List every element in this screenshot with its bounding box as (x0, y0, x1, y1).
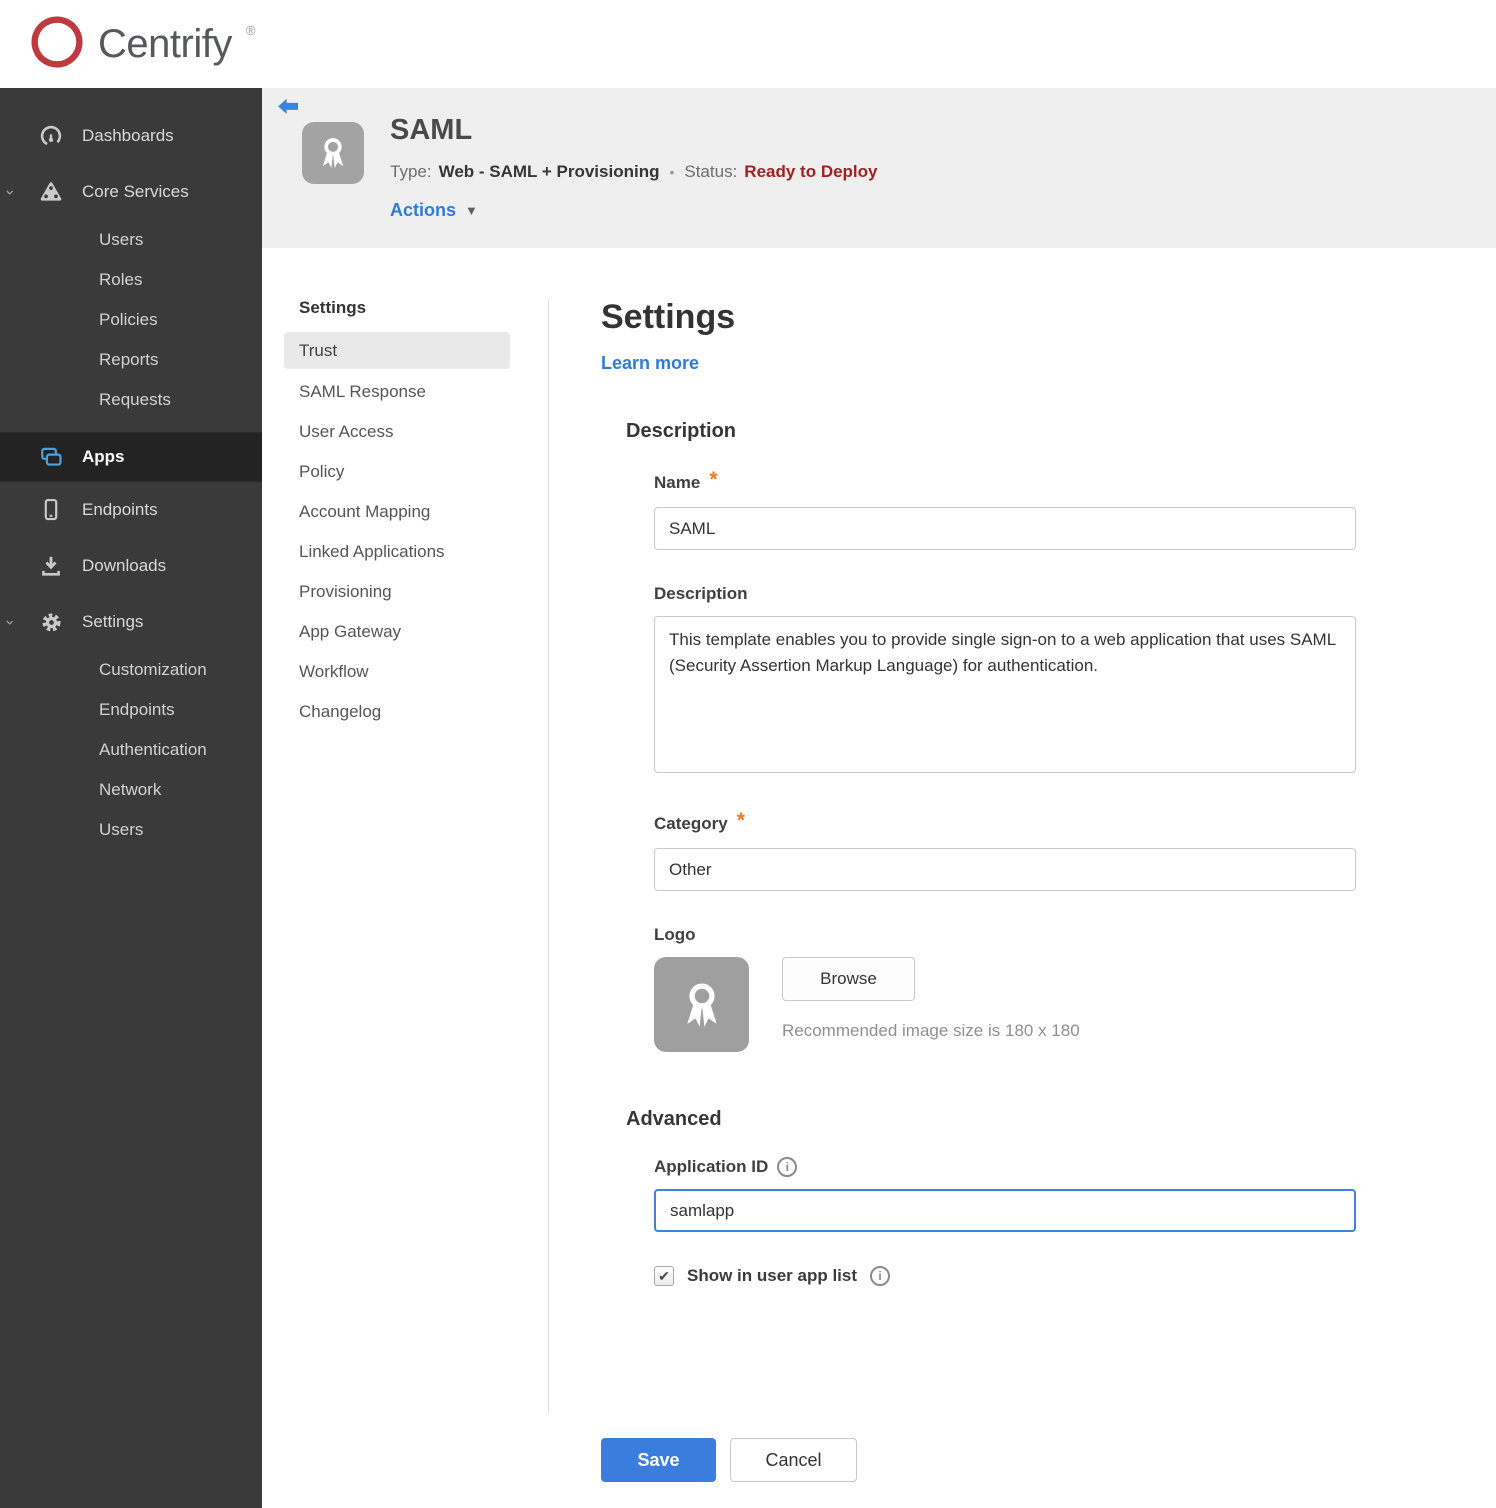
required-marker: * (709, 468, 718, 491)
logo-actions: Browse Recommended image size is 180 x 1… (782, 957, 1080, 1052)
sidebar-item-label: Apps (82, 447, 125, 466)
info-icon[interactable]: i (870, 1266, 891, 1286)
learn-more-link[interactable]: Learn more (601, 353, 699, 374)
name-label: Name (654, 473, 701, 492)
brand-name: Centrify (98, 21, 232, 66)
dashboard-gauge-icon (36, 123, 66, 149)
subnav-item-user-access[interactable]: User Access (262, 412, 548, 452)
sidebar-item-downloads[interactable]: Downloads (0, 538, 262, 594)
logo-size-hint: Recommended image size is 180 x 180 (782, 1021, 1080, 1040)
sidebar-item-label: Downloads (82, 556, 167, 575)
sidebar-item-endpoints[interactable]: Endpoints (0, 482, 262, 538)
description-field-group: Description This template enables you to… (654, 584, 1356, 778)
sidebar-item-label: Core Services (82, 182, 189, 201)
show-in-user-app-list-label: Show in user app list (687, 1266, 858, 1285)
trademark-mark: ® (245, 22, 256, 38)
download-icon (36, 553, 66, 579)
centrify-logo: Centrify ® (28, 13, 255, 76)
sidebar-item-core-services[interactable]: ⌄ Core Services (0, 164, 262, 220)
description-section-title: Description (626, 420, 737, 442)
info-icon[interactable]: i (777, 1157, 798, 1177)
type-value: Web - SAML + Provisioning (438, 162, 660, 181)
chevron-down-icon: ⌄ (3, 181, 17, 199)
subnav-item-policy[interactable]: Policy (262, 452, 548, 492)
centrify-swirl-icon (28, 13, 86, 76)
sidebar-item-authentication[interactable]: Authentication (0, 730, 262, 770)
actions-dropdown[interactable]: Actions ▼ (390, 200, 478, 221)
subnav-item-workflow[interactable]: Workflow (262, 652, 548, 692)
chevron-down-icon: ⌄ (3, 611, 17, 629)
caret-down-icon: ▼ (465, 203, 478, 218)
gear-icon (36, 609, 66, 636)
sidebar-item-label: Endpoints (82, 500, 158, 519)
show-in-user-app-list-row: ✔ Show in user app list i (654, 1266, 1496, 1286)
apps-icon (36, 444, 66, 470)
sidebar-item-settings-users[interactable]: Users (0, 810, 262, 850)
award-ribbon-icon (322, 138, 344, 168)
app-title: SAML (390, 114, 473, 146)
logo-label: Logo (654, 925, 696, 944)
description-label: Description (654, 584, 748, 603)
back-arrow-icon[interactable] (276, 98, 300, 118)
content-area: SAML Type: Web - SAML + Provisioning • S… (262, 88, 1496, 1508)
required-marker: * (736, 809, 745, 832)
actions-label: Actions (390, 200, 457, 220)
sidebar-item-customization[interactable]: Customization (0, 650, 262, 690)
advanced-section-title: Advanced (626, 1108, 722, 1130)
category-input[interactable] (654, 848, 1356, 891)
sidebar-item-reports[interactable]: Reports (0, 340, 262, 380)
cancel-button[interactable]: Cancel (730, 1438, 857, 1482)
settings-form: Settings Learn more Description Name * D… (549, 248, 1496, 1508)
name-field-group: Name * (654, 468, 1356, 550)
subnav-header: Settings (299, 298, 367, 317)
sidebar-item-users[interactable]: Users (0, 220, 262, 260)
mobile-device-icon (36, 497, 66, 523)
sidebar-item-settings-endpoints[interactable]: Endpoints (0, 690, 262, 730)
sidebar-item-roles[interactable]: Roles (0, 260, 262, 300)
subnav-item-saml-response[interactable]: SAML Response (262, 372, 548, 412)
award-ribbon-icon (686, 982, 717, 1027)
subnav-item-linked-applications[interactable]: Linked Applications (262, 532, 548, 572)
subnav-item-account-mapping[interactable]: Account Mapping (262, 492, 548, 532)
type-label: Type: (390, 162, 432, 181)
sidebar-item-network[interactable]: Network (0, 770, 262, 810)
subnav-item-trust[interactable]: Trust (284, 332, 510, 369)
sidebar: Dashboards ⌄ Core Services Users Roles P… (0, 88, 262, 1508)
form-buttons: Save Cancel (601, 1438, 1496, 1482)
main: Settings Trust SAML Response User Access… (262, 248, 1496, 1508)
application-id-field-group: Application ID i (654, 1157, 1356, 1232)
status-value: Ready to Deploy (744, 162, 878, 181)
subnav: Settings Trust SAML Response User Access… (262, 248, 548, 1508)
sidebar-item-settings[interactable]: ⌄ Settings (0, 594, 262, 650)
subnav-item-changelog[interactable]: Changelog (262, 692, 548, 732)
status-label: Status: (684, 162, 738, 181)
sidebar-item-policies[interactable]: Policies (0, 300, 262, 340)
check-mark-icon: ✔ (658, 1267, 670, 1284)
topbar: Centrify ® (0, 0, 1496, 88)
category-field-group: Category * (654, 809, 1356, 891)
sidebar-item-dashboards[interactable]: Dashboards (0, 108, 262, 164)
subnav-item-app-gateway[interactable]: App Gateway (262, 612, 548, 652)
application-id-label: Application ID (654, 1157, 769, 1176)
subnav-item-provisioning[interactable]: Provisioning (262, 572, 548, 612)
logo-preview (654, 957, 749, 1052)
application-id-input[interactable] (654, 1189, 1356, 1232)
page-title: Settings (601, 298, 736, 336)
description-textarea[interactable]: This template enables you to provide sin… (654, 616, 1356, 773)
core-services-icon (36, 179, 66, 205)
app-meta: Type: Web - SAML + Provisioning • Status… (390, 162, 878, 182)
separator-dot: • (669, 164, 675, 180)
name-input[interactable] (654, 507, 1356, 550)
show-in-user-app-list-checkbox[interactable]: ✔ (654, 1266, 674, 1286)
logo-field-group: Logo Browse Recommended image size is 18… (654, 925, 1356, 1052)
app-logo-badge (302, 122, 364, 184)
sidebar-item-label: Settings (82, 612, 144, 631)
app-header: SAML Type: Web - SAML + Provisioning • S… (262, 88, 1496, 248)
sidebar-item-requests[interactable]: Requests (0, 380, 262, 420)
browse-button[interactable]: Browse (782, 957, 915, 1001)
sidebar-item-apps[interactable]: Apps (0, 432, 262, 482)
save-button[interactable]: Save (601, 1438, 716, 1482)
category-label: Category (654, 814, 728, 833)
sidebar-item-label: Dashboards (82, 126, 174, 145)
